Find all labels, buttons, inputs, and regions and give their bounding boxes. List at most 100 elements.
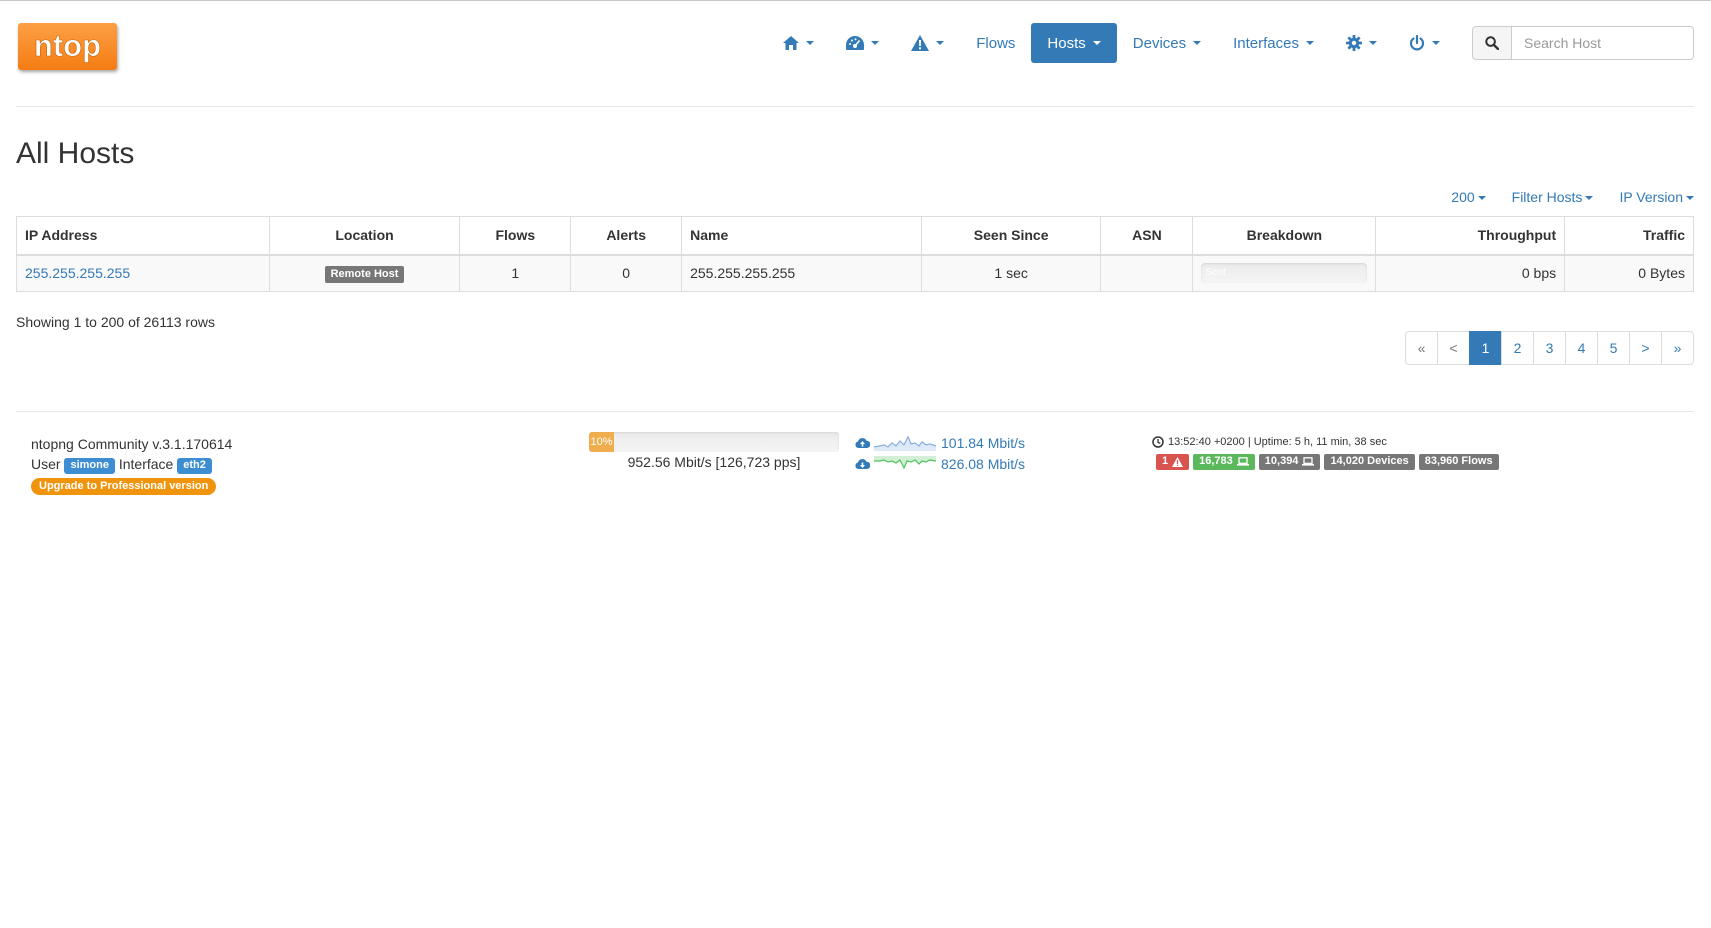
- location-badge: Remote Host: [324, 265, 405, 283]
- version-text: ntopng Community v.3.1.170614: [31, 436, 233, 452]
- column-header-ip[interactable]: IP Address: [16, 216, 270, 256]
- remote-hosts-badge[interactable]: 10,394: [1258, 454, 1321, 470]
- status-counters: 1 16,783 10,394 14,020 Devices 83,960 Fl…: [1156, 454, 1503, 470]
- ip-version-label: IP Version: [1619, 189, 1683, 205]
- chevron-down-icon: [1686, 196, 1694, 201]
- chevron-down-icon: [1477, 196, 1486, 201]
- upgrade-button[interactable]: Upgrade to Professional version: [31, 478, 217, 495]
- load-progress-bar: 10%: [589, 432, 839, 452]
- upload-row: 101.84 Mbit/s: [855, 432, 1025, 453]
- flows-badge[interactable]: 83,960 Flows: [1418, 454, 1499, 470]
- host-ip-link[interactable]: 255.255.255.255: [25, 265, 130, 281]
- network-load: 10% 952.56 Mbit/s [126,723 pps]: [589, 432, 839, 470]
- page-next[interactable]: >: [1629, 331, 1662, 365]
- chevron-down-icon: [1432, 41, 1440, 45]
- column-header-flows[interactable]: Flows: [459, 216, 572, 256]
- alerts-count: 1: [1162, 455, 1169, 467]
- page-last[interactable]: »: [1661, 331, 1694, 365]
- nav-hosts-label: Hosts: [1047, 34, 1086, 52]
- per-page-dropdown[interactable]: 200: [1451, 189, 1486, 205]
- column-header-alerts[interactable]: Alerts: [570, 216, 683, 256]
- column-header-throughput[interactable]: Throughput: [1375, 216, 1566, 256]
- devices-badge[interactable]: 14,020 Devices: [1324, 454, 1415, 470]
- search-button[interactable]: [1472, 26, 1511, 60]
- throughput-cell: 0 bps: [1375, 254, 1566, 292]
- search-icon: [1485, 36, 1499, 50]
- column-header-location[interactable]: Location: [268, 216, 461, 256]
- user-label: User: [31, 456, 61, 472]
- nav-flows[interactable]: Flows: [960, 23, 1031, 63]
- table-header-row: IP Address Location Flows Alerts Name Se…: [16, 216, 1694, 256]
- local-hosts-badge[interactable]: 16,783: [1193, 454, 1255, 470]
- nav-alerts[interactable]: [895, 23, 960, 63]
- table-toolbar: 200 Filter Hosts IP Version: [1425, 189, 1694, 205]
- traffic-cell: 0 Bytes: [1564, 254, 1694, 292]
- nav-interfaces[interactable]: Interfaces: [1217, 23, 1330, 63]
- clock-icon: [1152, 436, 1164, 448]
- column-header-seen-since[interactable]: Seen Since: [920, 216, 1102, 256]
- nav-home[interactable]: [767, 23, 830, 63]
- user-badge: simone: [64, 458, 115, 474]
- upload-rate[interactable]: 101.84 Mbit/s: [941, 435, 1025, 451]
- system-status: 13:52:40 +0200 | Uptime: 5 h, 11 min, 38…: [1152, 434, 1503, 470]
- nav-hosts[interactable]: Hosts: [1031, 23, 1117, 63]
- page-3[interactable]: 3: [1533, 331, 1566, 365]
- footer: ntopng Community v.3.1.170614 User simon…: [16, 411, 1694, 511]
- download-rate[interactable]: 826.08 Mbit/s: [941, 456, 1025, 472]
- warning-icon: [911, 35, 930, 51]
- page: ntop Flows Hosts Devices Interfaces Sear…: [0, 1, 1711, 928]
- ntop-logo[interactable]: ntop: [18, 23, 117, 70]
- nav-dashboard[interactable]: [830, 23, 895, 63]
- filter-hosts-dropdown[interactable]: Filter Hosts: [1512, 189, 1594, 205]
- page-2[interactable]: 2: [1501, 331, 1534, 365]
- alerts-counter-badge[interactable]: 1: [1156, 454, 1190, 470]
- chevron-down-icon: [1193, 41, 1202, 45]
- page-title: All Hosts: [16, 137, 135, 170]
- warning-icon: [1172, 456, 1184, 467]
- nav-devices-label: Devices: [1132, 34, 1187, 52]
- gear-icon: [1346, 35, 1362, 51]
- clock-uptime: 13:52:40 +0200 | Uptime: 5 h, 11 min, 38…: [1168, 436, 1387, 448]
- navbar: ntop Flows Hosts Devices Interfaces Sear…: [16, 1, 1694, 107]
- search-host-input[interactable]: [1511, 26, 1694, 60]
- chevron-down-icon: [1092, 41, 1101, 45]
- column-header-breakdown[interactable]: Breakdown: [1192, 216, 1377, 256]
- page-5[interactable]: 5: [1597, 331, 1630, 365]
- remote-hosts-count: 10,394: [1264, 455, 1299, 467]
- column-header-traffic[interactable]: Traffic: [1564, 216, 1694, 256]
- nav-power[interactable]: [1393, 23, 1456, 63]
- logo-text: ntop: [34, 28, 101, 63]
- chevron-down-icon: [871, 41, 880, 45]
- laptop-icon: [1302, 457, 1315, 466]
- download-sparkline: [874, 455, 936, 469]
- page-first[interactable]: «: [1405, 331, 1438, 365]
- ip-version-dropdown[interactable]: IP Version: [1619, 189, 1694, 205]
- column-header-asn[interactable]: ASN: [1100, 216, 1194, 256]
- home-icon: [783, 36, 800, 50]
- chevron-down-icon: [936, 41, 945, 45]
- filter-hosts-label: Filter Hosts: [1511, 189, 1583, 205]
- load-progress-fill: 10%: [589, 432, 614, 452]
- nav-settings[interactable]: [1330, 23, 1393, 63]
- chevron-down-icon: [1306, 41, 1314, 45]
- page-1[interactable]: 1: [1469, 331, 1502, 365]
- pagination: « < 1 2 3 4 5 > »: [1405, 331, 1694, 365]
- column-header-name[interactable]: Name: [681, 216, 922, 256]
- hosts-table: IP Address Location Flows Alerts Name Se…: [16, 216, 1694, 292]
- page-prev[interactable]: <: [1437, 331, 1470, 365]
- cloud-upload-icon: [855, 438, 870, 448]
- user-interface-line: User simone Interface eth2: [31, 454, 232, 474]
- interface-label: Interface: [118, 456, 174, 472]
- page-4[interactable]: 4: [1565, 331, 1598, 365]
- upload-sparkline: [874, 435, 936, 451]
- flows-cell: 1: [459, 254, 572, 292]
- nav-devices[interactable]: Devices: [1117, 23, 1217, 63]
- name-cell: 255.255.255.255: [681, 254, 922, 292]
- load-throughput: 952.56 Mbit/s [126,723 pps]: [627, 454, 801, 470]
- nav-flows-label: Flows: [976, 34, 1016, 52]
- local-hosts-count: 16,783: [1199, 455, 1233, 467]
- clock-line: 13:52:40 +0200 | Uptime: 5 h, 11 min, 38…: [1152, 434, 1503, 450]
- seen-since-cell: 1 sec: [920, 254, 1102, 292]
- main-nav: Flows Hosts Devices Interfaces: [767, 22, 1694, 64]
- chevron-down-icon: [1369, 41, 1377, 45]
